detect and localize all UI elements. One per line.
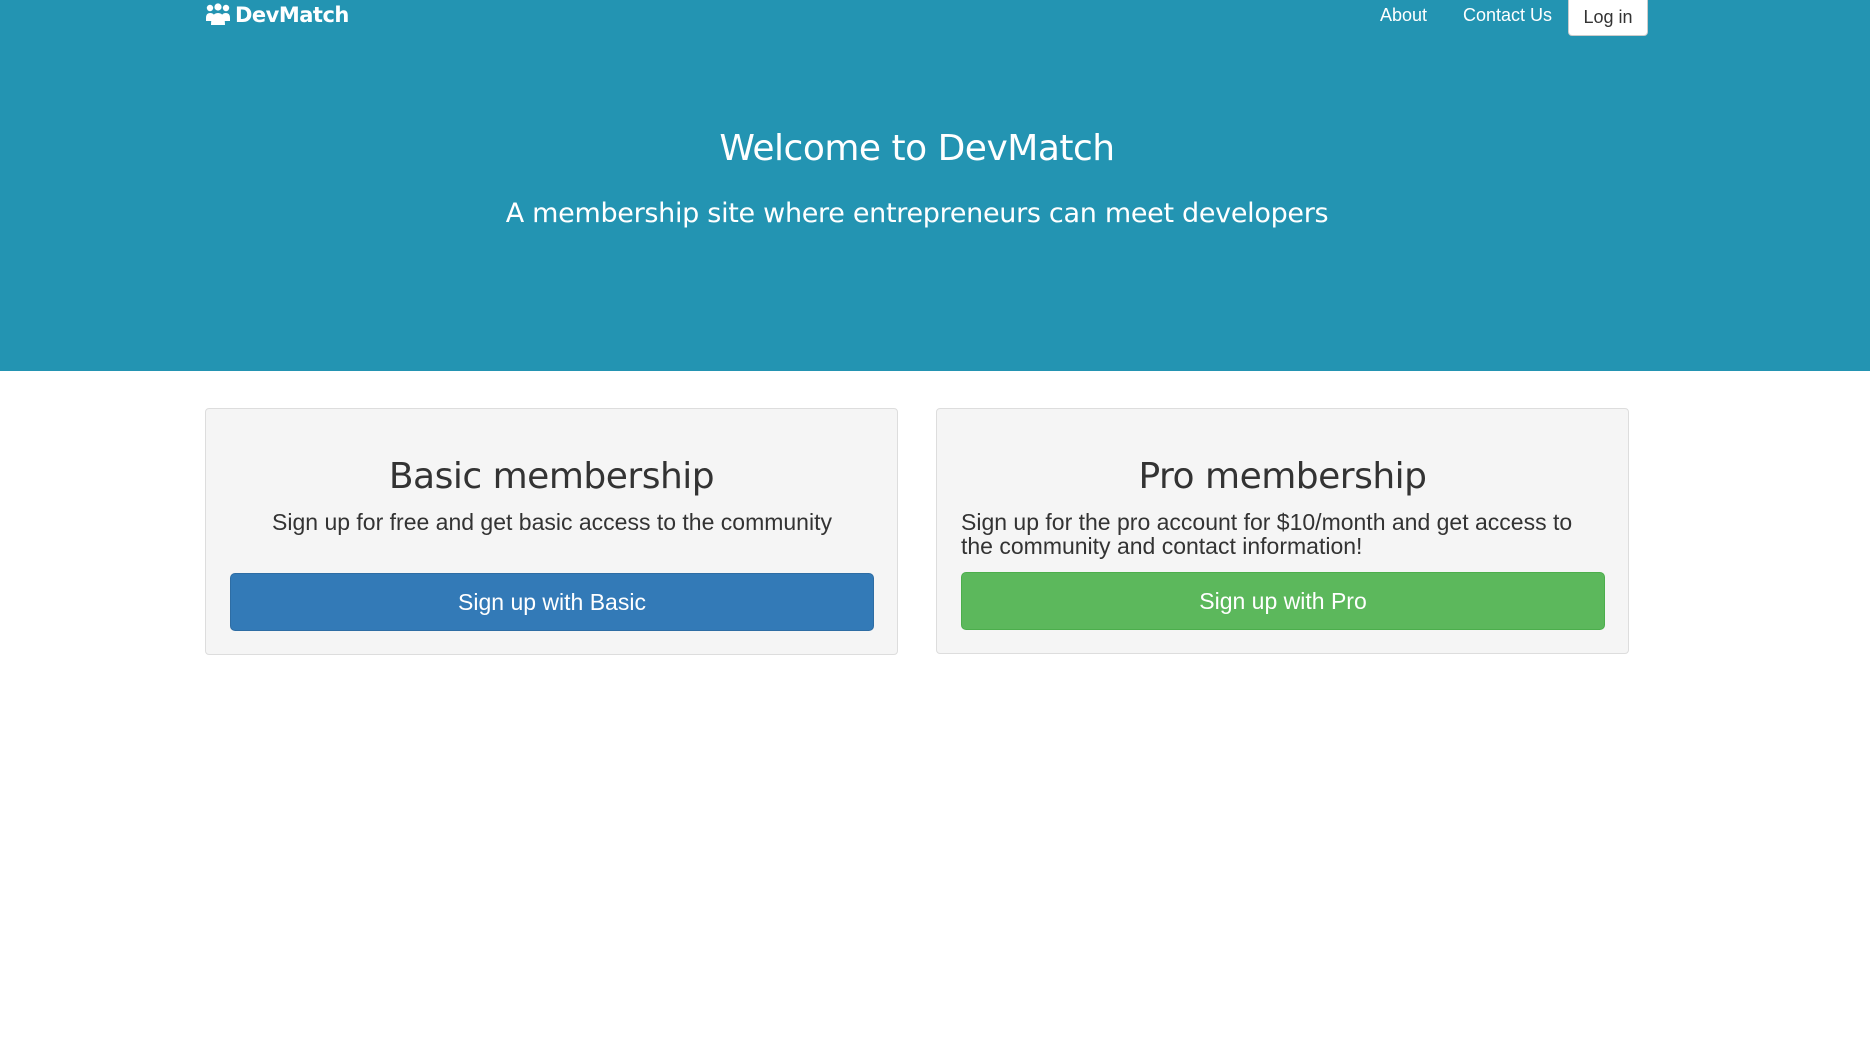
users-icon xyxy=(206,3,230,25)
pro-plan-description: Sign up for the pro account for $10/mont… xyxy=(961,509,1573,559)
basic-membership-card: Basic membership Sign up for free and ge… xyxy=(205,408,898,655)
navbar: DevMatch About Contact Us Log in xyxy=(0,0,1870,38)
basic-plan-title: Basic membership xyxy=(388,456,715,497)
brand-name: DevMatch xyxy=(235,3,349,27)
pro-membership-card: Pro membership Sign up for the pro accou… xyxy=(936,408,1629,654)
login-button[interactable]: Log in xyxy=(1568,0,1648,36)
hero-title: Welcome to DevMatch xyxy=(719,128,1115,169)
brand-link[interactable]: DevMatch xyxy=(205,0,349,30)
hero-subtitle: A membership site where entrepreneurs ca… xyxy=(505,198,1329,229)
nav-about-link[interactable]: About xyxy=(1380,4,1427,26)
signup-pro-button[interactable]: Sign up with Pro xyxy=(961,572,1605,630)
basic-plan-description: Sign up for free and get basic access to… xyxy=(272,509,832,535)
hero-banner: DevMatch About Contact Us Log in Welcome… xyxy=(0,0,1870,371)
pro-plan-title: Pro membership xyxy=(1138,456,1427,497)
signup-basic-button[interactable]: Sign up with Basic xyxy=(230,573,874,631)
nav-contact-link[interactable]: Contact Us xyxy=(1463,4,1552,26)
